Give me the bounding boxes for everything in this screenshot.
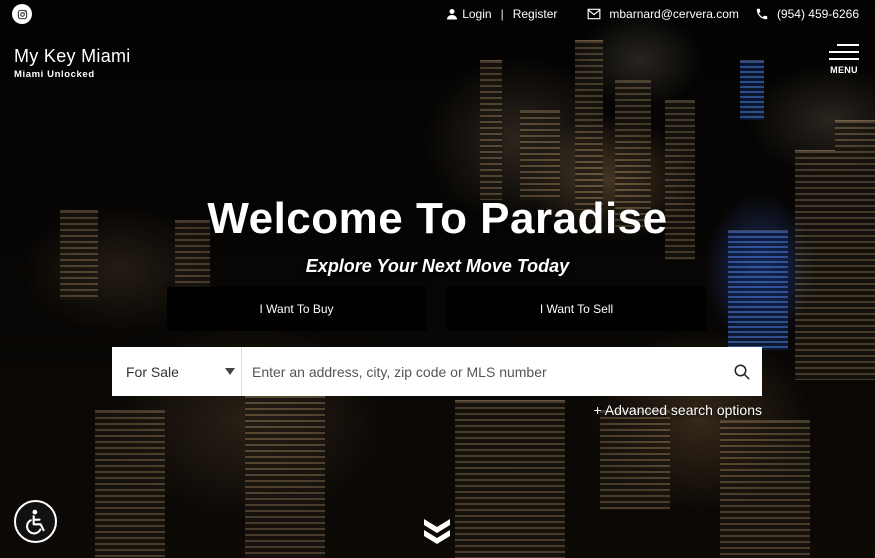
search-input[interactable] [242, 347, 722, 396]
user-icon [447, 9, 458, 20]
register-label: Register [512, 7, 558, 21]
search-button[interactable] [722, 347, 762, 396]
login-link[interactable]: Login [446, 7, 492, 21]
phone-link[interactable]: (954) 459-6266 [755, 7, 859, 21]
hero-title: Welcome To Paradise [207, 194, 668, 243]
brand-tagline: Miami Unlocked [14, 69, 95, 80]
brand-title: My Key Miami [14, 46, 131, 66]
listing-type-select[interactable]: For Sale [112, 347, 242, 396]
instagram-icon[interactable] [12, 4, 32, 24]
divider: | [500, 7, 504, 21]
hamburger-icon [829, 44, 859, 60]
register-link[interactable]: Register [513, 7, 558, 21]
phone-icon [756, 8, 768, 20]
envelope-icon [587, 8, 601, 20]
hero-subtitle: Explore Your Next Move Today [305, 256, 570, 276]
listing-type-value: For Sale [126, 363, 179, 380]
login-label: Login [462, 7, 492, 21]
search-icon [734, 364, 750, 379]
advanced-search-link[interactable]: + Advanced search options [593, 402, 762, 418]
wheelchair-icon [25, 509, 45, 534]
email-link[interactable]: mbarnard@cervera.com [587, 7, 739, 21]
accessibility-button[interactable] [14, 500, 57, 543]
sell-button[interactable]: I Want To Sell [447, 287, 706, 331]
search-bar: For Sale [112, 347, 762, 396]
caret-down-icon [225, 368, 235, 375]
hero-overlay [0, 0, 875, 558]
site-logo[interactable]: My Key Miami Miami Unlocked [14, 46, 131, 80]
top-links: Login | Register mbarnard@cervera.com (9… [446, 7, 859, 21]
top-bar: Login | Register mbarnard@cervera.com (9… [0, 0, 875, 28]
double-chevron-down-icon[interactable] [421, 515, 453, 545]
phone-text: (954) 459-6266 [776, 7, 859, 21]
menu-button[interactable]: MENU [829, 44, 859, 75]
buy-button[interactable]: I Want To Buy [167, 287, 426, 331]
menu-label: MENU [830, 65, 858, 75]
email-text: mbarnard@cervera.com [609, 7, 739, 21]
